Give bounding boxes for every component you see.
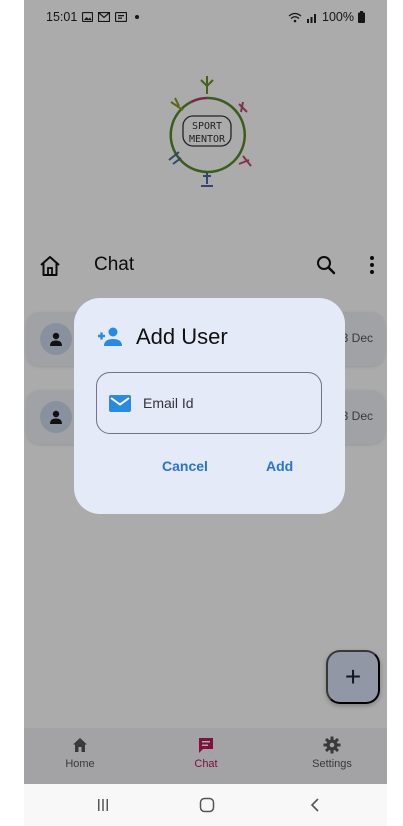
email-field[interactable] — [96, 372, 322, 434]
dialog-actions: Cancel Add — [74, 458, 345, 480]
add-user-dialog: Add User Cancel Add — [74, 298, 345, 514]
app-screen: 15:01 100% SPORT MENTOR Chat 3 Dec 3 Dec… — [24, 0, 387, 826]
dialog-header: Add User — [96, 324, 228, 350]
recents-icon[interactable] — [96, 798, 110, 812]
person-add-icon — [98, 327, 122, 346]
cancel-button[interactable]: Cancel — [162, 458, 208, 474]
add-button[interactable]: Add — [266, 458, 293, 474]
back-icon[interactable] — [309, 797, 321, 813]
email-input[interactable] — [143, 395, 313, 411]
mail-icon — [109, 394, 131, 412]
system-navigation-bar — [24, 784, 387, 826]
dialog-title: Add User — [136, 324, 228, 349]
home-button-icon[interactable] — [199, 797, 215, 813]
